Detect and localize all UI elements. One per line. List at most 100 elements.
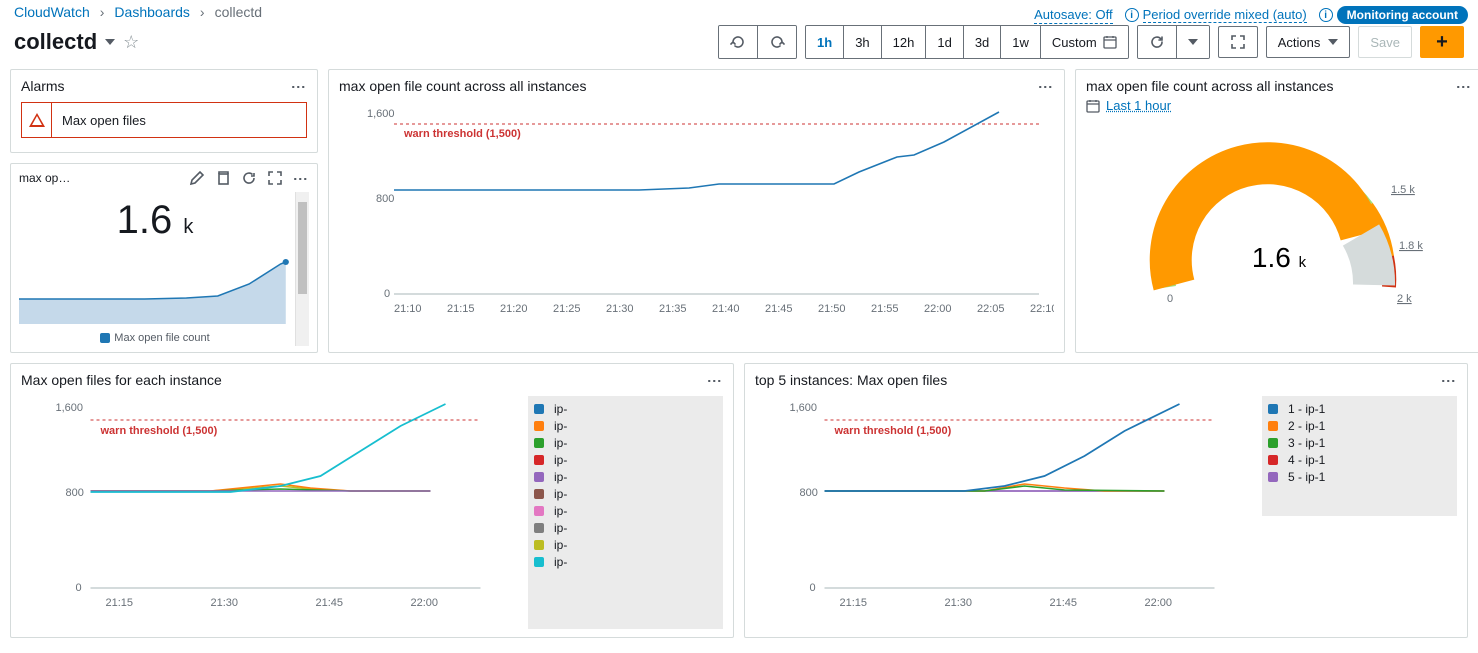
kebab-icon[interactable]: ⋮ xyxy=(293,172,309,185)
expand-icon[interactable] xyxy=(267,170,283,186)
legend-item[interactable]: ip- xyxy=(534,402,717,416)
legend-swatch xyxy=(534,472,544,482)
svg-text:21:35: 21:35 xyxy=(659,303,687,315)
per-instance-chart: Max open files for each instance ⋮ 1,600… xyxy=(10,363,734,638)
legend-item[interactable]: ip- xyxy=(534,436,717,450)
ytick: 1,600 xyxy=(367,108,395,120)
range-1h[interactable]: 1h xyxy=(806,26,843,58)
alarm-triangle-icon xyxy=(29,113,45,127)
legend-swatch xyxy=(534,540,544,550)
sparkline-panel: max op… ⋮ 1.6 k xyxy=(10,163,318,353)
chart-title: Max open files for each instance xyxy=(21,372,222,388)
range-12h[interactable]: 12h xyxy=(881,26,926,58)
legend: ip-ip-ip-ip-ip-ip-ip-ip-ip-ip- xyxy=(528,396,723,629)
kebab-icon[interactable]: ⋮ xyxy=(1456,80,1472,93)
gauge-tick: 1.8 k xyxy=(1399,240,1423,252)
svg-text:21:50: 21:50 xyxy=(818,303,846,315)
svg-text:800: 800 xyxy=(800,487,818,499)
warn-annotation: warn threshold (1,500) xyxy=(403,128,521,140)
legend-label: 1 - ip-1 xyxy=(1288,402,1325,416)
svg-text:21:30: 21:30 xyxy=(945,597,973,609)
legend-swatch xyxy=(534,523,544,533)
svg-text:21:25: 21:25 xyxy=(553,303,581,315)
gauge-range-link[interactable]: Last 1 hour xyxy=(1106,98,1171,113)
legend-item[interactable]: 4 - ip-1 xyxy=(1268,453,1451,467)
legend-item[interactable]: ip- xyxy=(534,504,717,518)
copy-icon[interactable] xyxy=(215,170,231,186)
scrollbar[interactable] xyxy=(295,192,309,346)
kebab-icon[interactable]: ⋮ xyxy=(707,374,723,387)
breadcrumb-dashboards[interactable]: Dashboards xyxy=(114,4,190,20)
legend-label: ip- xyxy=(554,555,567,569)
monitoring-account-pill[interactable]: Monitoring account xyxy=(1337,6,1468,24)
legend-label: 4 - ip-1 xyxy=(1288,453,1325,467)
autosave-toggle[interactable]: Autosave: Off xyxy=(1034,7,1113,24)
undo-button[interactable] xyxy=(719,26,757,58)
legend-swatch xyxy=(534,438,544,448)
legend-item[interactable]: ip- xyxy=(534,555,717,569)
pencil-icon[interactable] xyxy=(189,170,205,186)
legend-item[interactable]: ip- xyxy=(534,521,717,535)
gauge-panel: max open file count across all instances… xyxy=(1075,69,1478,353)
info-icon[interactable]: i xyxy=(1125,8,1139,22)
alarms-title: Alarms xyxy=(21,78,65,94)
range-1w[interactable]: 1w xyxy=(1000,26,1040,58)
legend-item[interactable]: 3 - ip-1 xyxy=(1268,436,1451,450)
legend-label: ip- xyxy=(554,487,567,501)
alarm-item[interactable]: Max open files xyxy=(21,102,307,138)
sparkline-title: max op… xyxy=(19,171,71,185)
legend-item[interactable]: 2 - ip-1 xyxy=(1268,419,1451,433)
legend-item[interactable]: ip- xyxy=(534,470,717,484)
range-1d[interactable]: 1d xyxy=(925,26,962,58)
breadcrumb-cloudwatch[interactable]: CloudWatch xyxy=(14,4,90,20)
svg-text:21:15: 21:15 xyxy=(447,303,475,315)
svg-text:1.6 k: 1.6 k xyxy=(1252,242,1307,273)
svg-text:22:00: 22:00 xyxy=(411,597,439,609)
svg-text:21:55: 21:55 xyxy=(871,303,899,315)
period-override[interactable]: Period override mixed (auto) xyxy=(1143,7,1307,23)
redo-button[interactable] xyxy=(757,26,796,58)
legend-label: ip- xyxy=(554,470,567,484)
max-open-files-chart: max open file count across all instances… xyxy=(328,69,1065,353)
fullscreen-button[interactable] xyxy=(1218,26,1258,58)
svg-text:21:15: 21:15 xyxy=(106,597,134,609)
legend-label: ip- xyxy=(554,453,567,467)
time-range-group: 1h 3h 12h 1d 3d 1w Custom xyxy=(805,25,1129,59)
legend-item[interactable]: ip- xyxy=(534,538,717,552)
info-icon[interactable]: i xyxy=(1319,8,1333,22)
kebab-icon[interactable]: ⋮ xyxy=(1441,374,1457,387)
range-3h[interactable]: 3h xyxy=(843,26,880,58)
refresh-button[interactable] xyxy=(1138,26,1176,58)
sparkline-value: 1.6 k xyxy=(19,198,291,243)
star-icon[interactable]: ☆ xyxy=(123,32,139,53)
range-custom[interactable]: Custom xyxy=(1040,26,1128,58)
svg-text:warn threshold (1,500): warn threshold (1,500) xyxy=(100,425,218,437)
gauge-tick: 1.5 k xyxy=(1391,184,1415,196)
legend-item[interactable]: 5 - ip-1 xyxy=(1268,470,1451,484)
legend-item[interactable]: ip- xyxy=(534,419,717,433)
svg-text:0: 0 xyxy=(810,582,816,594)
add-widget-button[interactable]: + xyxy=(1420,26,1464,58)
ytick: 800 xyxy=(376,193,394,205)
legend-swatch xyxy=(1268,472,1278,482)
svg-text:21:15: 21:15 xyxy=(840,597,868,609)
chart-title: top 5 instances: Max open files xyxy=(755,372,947,388)
actions-button[interactable]: Actions xyxy=(1266,26,1351,58)
svg-text:21:30: 21:30 xyxy=(211,597,239,609)
legend-item[interactable]: ip- xyxy=(534,453,717,467)
legend-swatch xyxy=(1268,421,1278,431)
refresh-icon[interactable] xyxy=(241,170,257,186)
range-3d[interactable]: 3d xyxy=(963,26,1000,58)
sparkline-legend: Max open file count xyxy=(114,332,209,344)
refresh-dropdown[interactable] xyxy=(1176,26,1209,58)
save-button[interactable]: Save xyxy=(1358,26,1412,58)
kebab-icon[interactable]: ⋮ xyxy=(291,80,307,93)
alarms-panel: Alarms ⋮ Max open files xyxy=(10,69,318,153)
x-axis: 21:1021:1521:20 21:2521:3021:35 21:4021:… xyxy=(394,303,1054,315)
kebab-icon[interactable]: ⋮ xyxy=(1038,80,1054,93)
caret-down-icon[interactable] xyxy=(105,39,115,45)
legend-label: ip- xyxy=(554,436,567,450)
legend-item[interactable]: ip- xyxy=(534,487,717,501)
legend-label: ip- xyxy=(554,419,567,433)
legend-item[interactable]: 1 - ip-1 xyxy=(1268,402,1451,416)
